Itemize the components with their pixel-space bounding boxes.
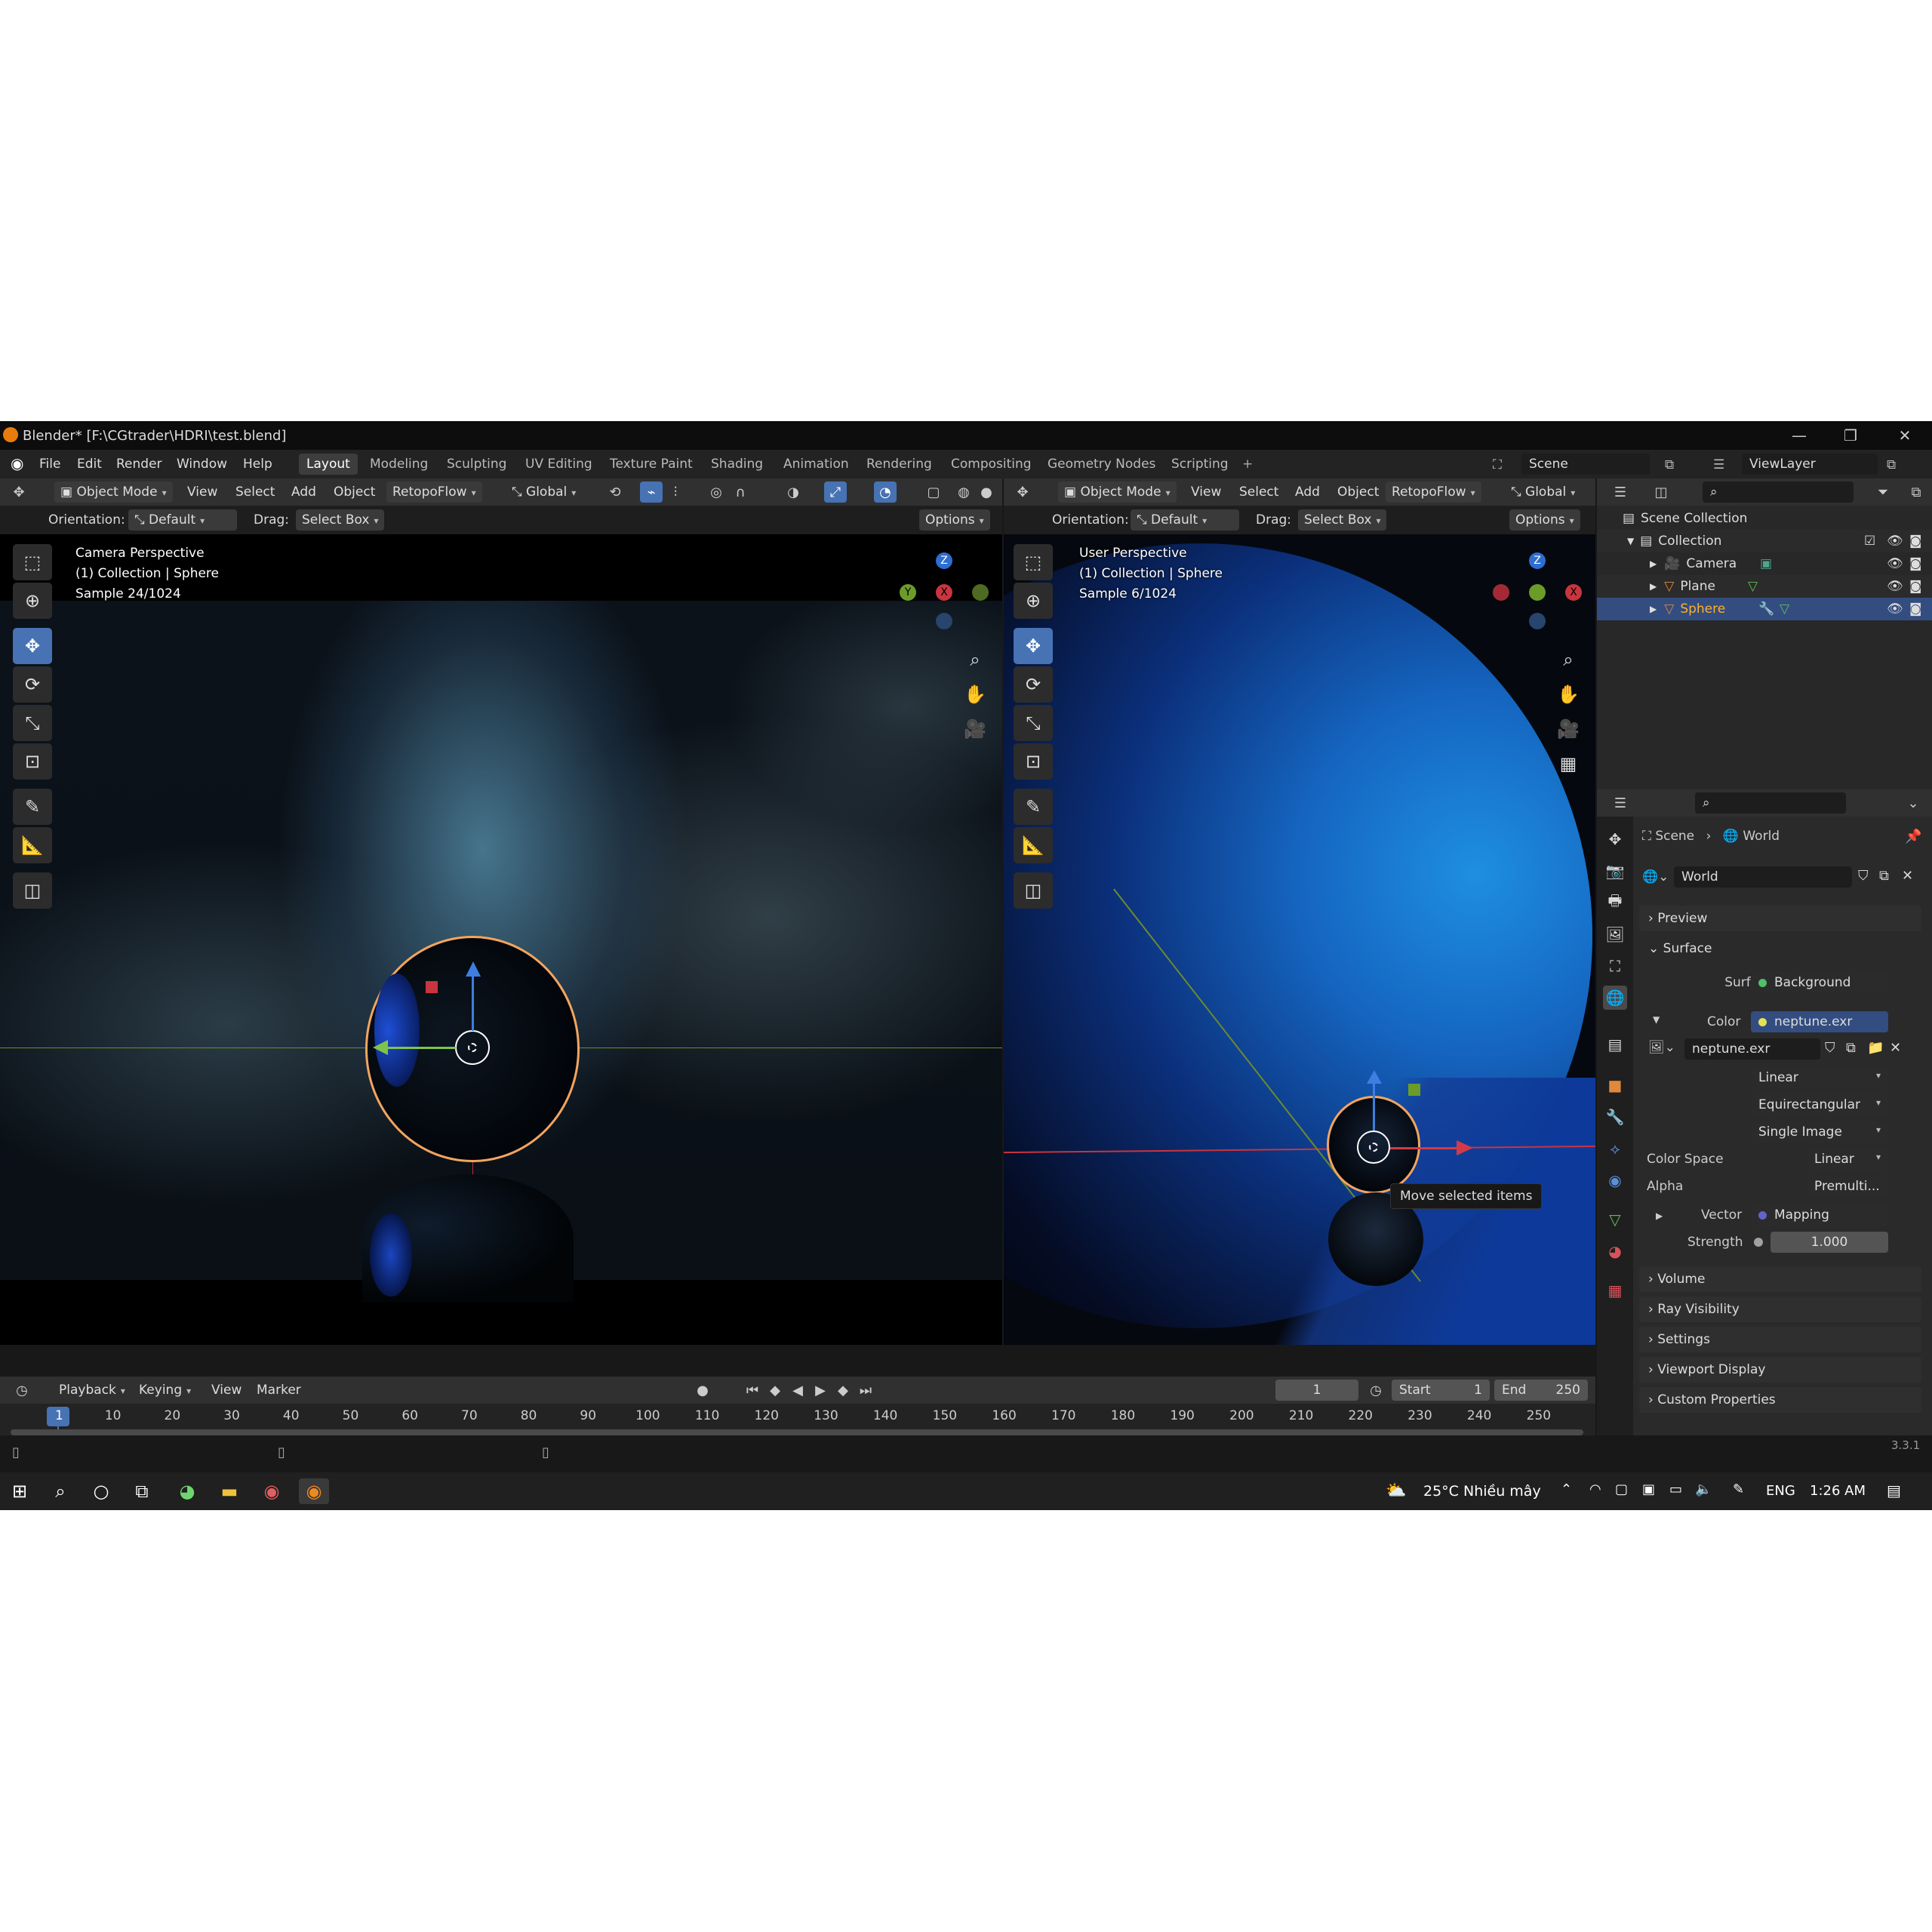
timeline-tick: 230 [1407,1408,1432,1423]
search-icon[interactable]: ⌕ [45,1478,75,1504]
timeline-tick: 120 [754,1408,779,1423]
weather-icon[interactable]: ⛅ [1386,1481,1406,1500]
timeline-tick: 20 [164,1408,181,1423]
panel-viewport-display[interactable]: › Viewport Display [1639,1357,1921,1383]
volume-icon[interactable]: 🔈 [1695,1481,1712,1497]
blender-taskbar-icon[interactable]: ◉ [299,1478,329,1504]
view-menu[interactable]: View [205,1380,248,1401]
language-indicator[interactable]: ENG [1766,1483,1795,1499]
keying-menu[interactable]: Keying ▾ [133,1380,197,1401]
next-keyframe-icon[interactable]: ◆ [832,1380,854,1401]
jump-start-icon[interactable]: ⏮ [741,1380,764,1401]
timeline-tick: 200 [1229,1408,1254,1423]
prev-keyframe-icon[interactable]: ◆ [764,1380,786,1401]
tray-chevron-icon[interactable]: ⌃ [1561,1481,1572,1497]
clock[interactable]: 1:26 AM [1810,1483,1866,1499]
task-view-icon[interactable]: ⧉ [127,1478,157,1504]
timeline-tick: 70 [461,1408,478,1423]
timeline-tick: 160 [992,1408,1017,1423]
timeline-scrollbar[interactable] [11,1429,1583,1435]
panel-settings[interactable]: › Settings [1639,1327,1921,1352]
timeline-tick: 240 [1466,1408,1492,1423]
windows-start-icon[interactable]: ⊞ [5,1478,35,1504]
timeline-tick: 1 [55,1408,63,1423]
current-frame-field[interactable]: 1 [1275,1380,1358,1401]
timeline-tick: 90 [580,1408,597,1423]
timeline-tick: 220 [1348,1408,1373,1423]
timeline-tick: 210 [1288,1408,1314,1423]
app-green-icon[interactable]: ◕ [172,1478,202,1504]
mouse-left-icon: ▯ [12,1444,20,1460]
timeline-tick: 60 [401,1408,418,1423]
timeline-tick: 170 [1051,1408,1076,1423]
bottom-layer: › Settings › Viewport Display › Custom P… [0,421,1932,1510]
preview-range-icon[interactable]: ◷ [1364,1380,1387,1401]
jump-end-icon[interactable]: ⏭ [854,1380,877,1401]
panel-custom-properties[interactable]: › Custom Properties [1639,1387,1921,1413]
timeline-tick: 190 [1170,1408,1195,1423]
timeline-tick: 130 [814,1408,838,1423]
network-icon[interactable]: ◠ [1589,1481,1601,1497]
timeline-tick: 10 [104,1408,122,1423]
marker-menu[interactable]: Marker [251,1380,307,1401]
version-label: 3.3.1 [1891,1438,1921,1452]
timeline-tick: 80 [520,1408,537,1423]
weather-text[interactable]: 25°C Nhiều mây [1423,1483,1541,1500]
playback-menu[interactable]: Playback ▾ [53,1380,131,1401]
play-icon[interactable]: ▶ [809,1380,832,1401]
display-icon[interactable]: ▣ [1642,1481,1655,1497]
chrome-icon[interactable]: ◉ [257,1478,287,1504]
taskbar: ⊞ ⌕ ○ ⧉ ◕ ▬ ◉ ◉ ⛅ 25°C Nhiều mây ⌃ ◠ ▢ ▣… [0,1472,1932,1510]
mouse-middle-icon: ▯ [278,1444,285,1460]
timeline-tick: 250 [1526,1408,1552,1423]
status-bar: ▯ ▯ ▯ 3.3.1 [0,1435,1932,1472]
tray-app-icon[interactable]: ▢ [1615,1481,1628,1497]
end-frame-field[interactable]: End 250 [1494,1380,1588,1401]
start-frame-field[interactable]: Start 1 [1392,1380,1490,1401]
properties-tabs-bottom [1597,1334,1633,1435]
timeline-tick: 40 [282,1408,300,1423]
play-reverse-icon[interactable]: ◀ [786,1380,809,1401]
timeline-tick: 150 [932,1408,958,1423]
timeline-tick: 140 [872,1408,898,1423]
cortana-icon[interactable]: ○ [86,1478,116,1504]
timeline-tick: 50 [342,1408,359,1423]
record-icon[interactable]: ● [691,1380,714,1401]
timeline-tick: 30 [223,1408,240,1423]
timeline-area[interactable]: 1 10 20 30 40 50 60 70 80 90 100 110 120 130 140 150 160… [0,1404,1595,1435]
timeline-tick: 100 [635,1408,660,1423]
pen-icon[interactable]: ✎ [1733,1481,1744,1497]
notifications-icon[interactable]: ▤ [1887,1481,1901,1500]
clock-editor-icon[interactable]: ◷ [11,1380,33,1401]
mouse-right-icon: ▯ [542,1444,549,1460]
battery-icon[interactable]: ▭ [1669,1481,1682,1497]
timeline-tick: 110 [694,1408,720,1423]
timeline-tick: 180 [1110,1408,1136,1423]
file-explorer-icon[interactable]: ▬ [214,1478,245,1504]
timeline-header: ◷ Playback ▾ Keying ▾ View Marker ● ⏮ ◆ ◀ … [0,1377,1595,1404]
